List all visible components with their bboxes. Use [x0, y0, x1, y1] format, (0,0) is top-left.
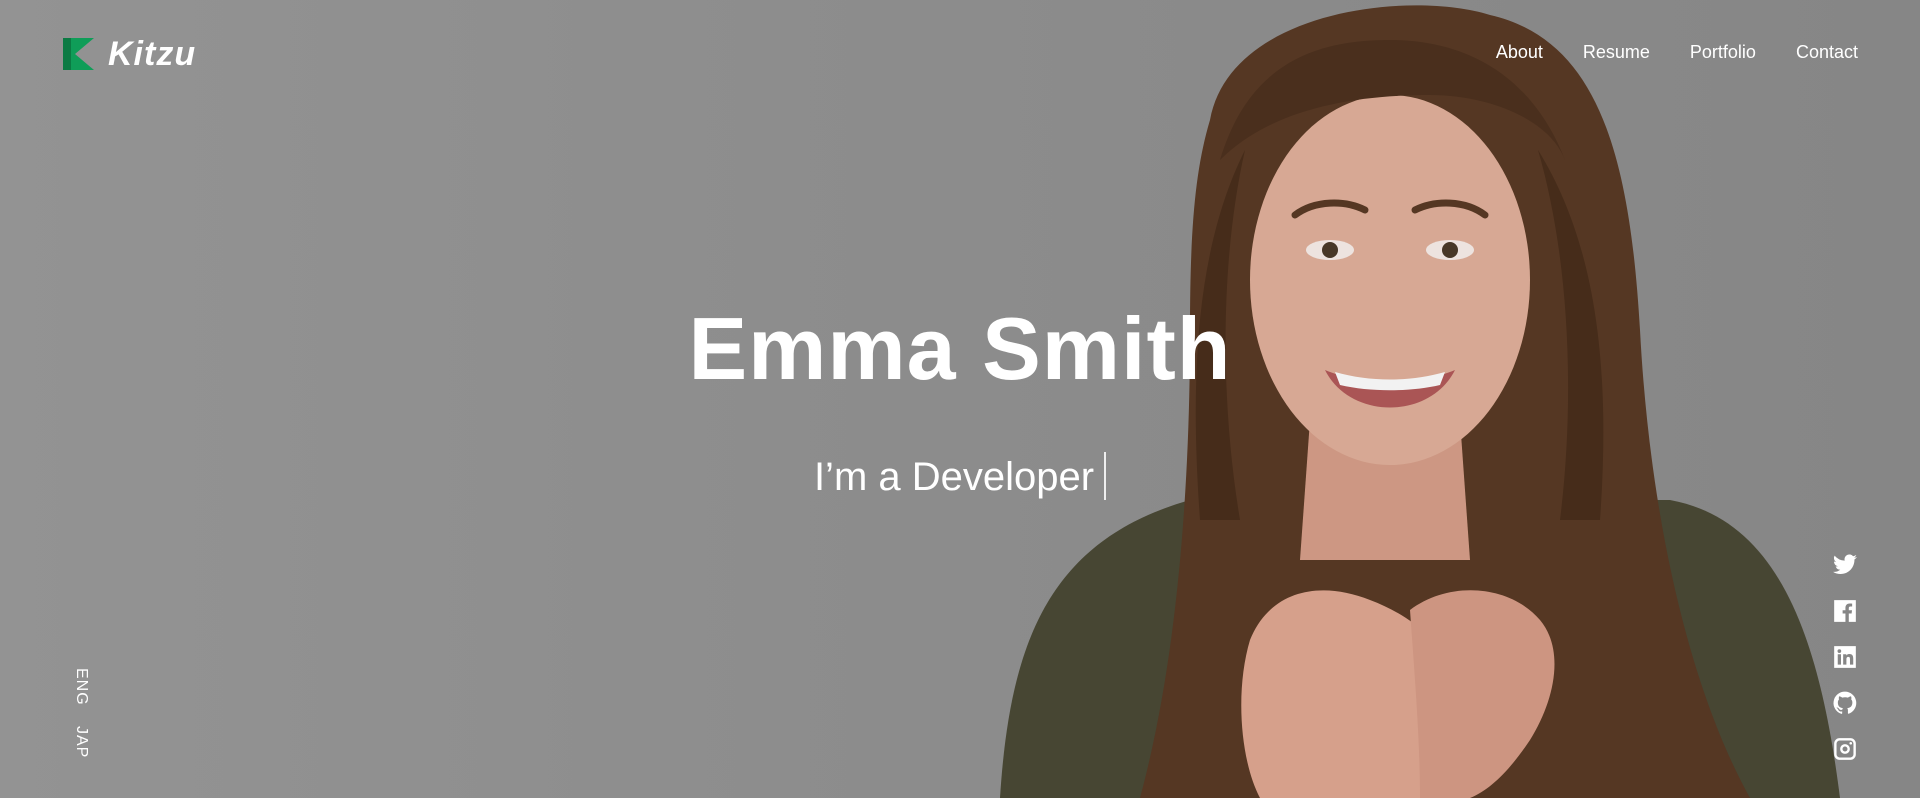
language-option-eng[interactable]: ENG: [72, 668, 90, 706]
brand-name: Kitzu: [108, 35, 197, 73]
hero-tagline: I’m a Developer: [0, 452, 1920, 500]
hero-overlay: [0, 0, 1920, 798]
kitzu-logo-icon: [63, 38, 94, 70]
brand-logo[interactable]: Kitzu: [63, 37, 196, 71]
nav-portfolio-link[interactable]: Portfolio: [1690, 42, 1756, 63]
linkedin-icon[interactable]: [1832, 644, 1858, 670]
hero-section: Kitzu About Resume Portfolio Contact Emm…: [0, 0, 1920, 798]
nav-about-link[interactable]: About: [1496, 42, 1543, 63]
language-switcher: ENG JAP: [72, 668, 90, 758]
typing-cursor: [1104, 452, 1107, 500]
main-nav: About Resume Portfolio Contact: [1496, 42, 1858, 63]
nav-contact-link[interactable]: Contact: [1796, 42, 1858, 63]
social-links: [1832, 552, 1858, 762]
language-option-jap[interactable]: JAP: [72, 726, 90, 758]
github-icon[interactable]: [1832, 690, 1858, 716]
facebook-icon[interactable]: [1832, 598, 1858, 624]
hero-tagline-text: I’m a Developer: [813, 455, 1095, 499]
nav-resume-link[interactable]: Resume: [1583, 42, 1650, 63]
instagram-icon[interactable]: [1832, 736, 1858, 762]
hero-name-heading: Emma Smith: [688, 299, 1232, 398]
twitter-icon[interactable]: [1832, 552, 1858, 578]
